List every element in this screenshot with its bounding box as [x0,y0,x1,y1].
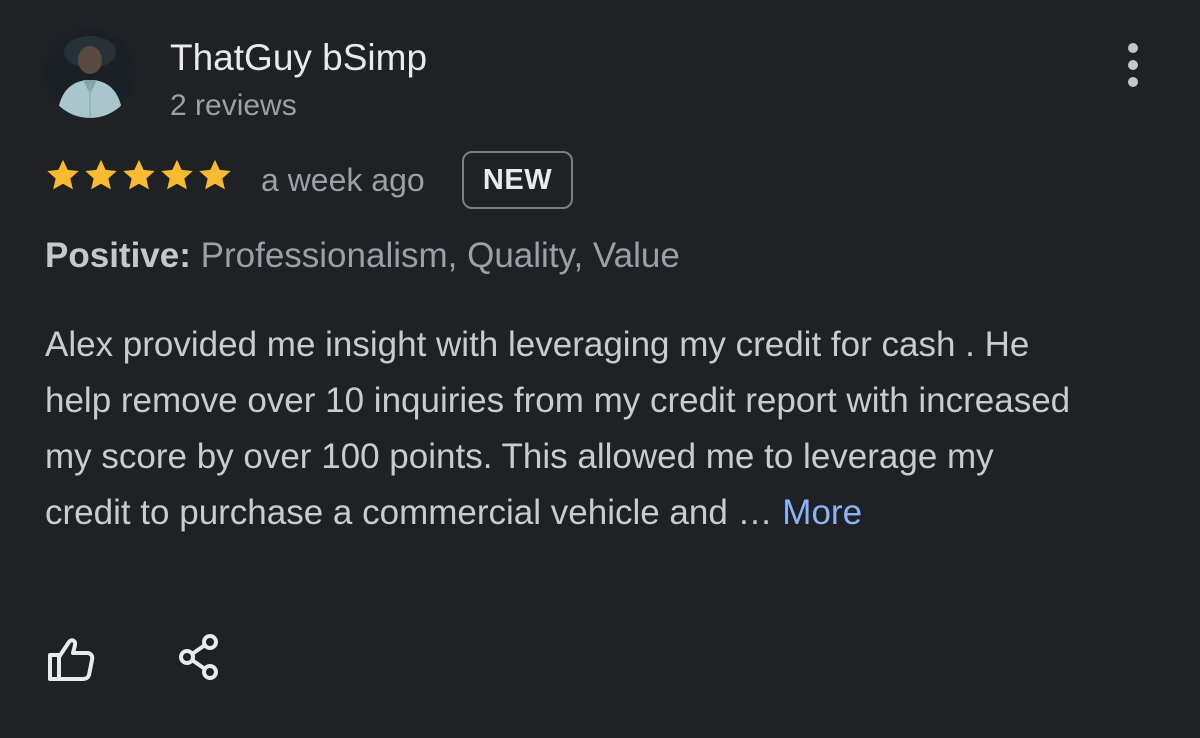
review-body: Alex provided me insight with leveraging… [45,317,1075,541]
star-icon [199,159,231,190]
attributes-label: Positive: [45,236,191,275]
more-options-button[interactable] [1113,40,1153,92]
star-icon [161,159,193,190]
more-link[interactable]: More [782,493,862,532]
like-button[interactable] [45,632,99,686]
review-card: ThatGuy bSimp 2 reviews a week ago NEW P… [0,0,1200,738]
review-attributes: Positive: Professionalism, Quality, Valu… [45,234,680,278]
review-timestamp: a week ago [261,162,425,198]
star-rating [45,157,233,199]
avatar[interactable] [45,28,135,118]
avatar-photo [45,28,135,118]
thumb-up-icon [48,638,95,681]
share-icon [179,634,218,680]
author-name[interactable]: ThatGuy bSimp [170,36,427,80]
star-icon [47,159,79,190]
star-icon [123,159,155,190]
new-badge: NEW [462,151,573,209]
share-button[interactable] [177,632,223,682]
review-text: Alex provided me insight with leveraging… [45,325,1071,532]
author-review-count[interactable]: 2 reviews [170,87,297,125]
attributes-values: Professionalism, Quality, Value [200,236,680,275]
star-icon [85,159,117,190]
